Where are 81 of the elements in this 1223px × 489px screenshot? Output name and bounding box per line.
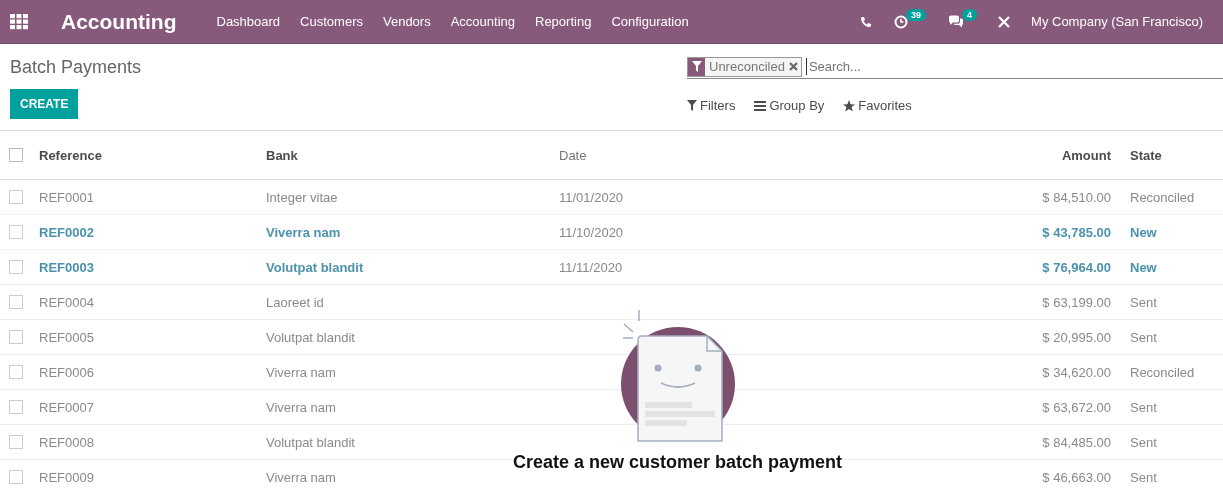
table-cell: REF0006 bbox=[39, 364, 94, 380]
table-cell: New bbox=[1130, 259, 1157, 275]
table-cell: $ 63,672.00 bbox=[1042, 399, 1111, 415]
table-cell: 11/10/2020 bbox=[559, 224, 624, 240]
column-header[interactable]: Date bbox=[558, 131, 980, 180]
empty-state-title: Create a new customer batch payment bbox=[512, 452, 843, 473]
table-cell: New bbox=[1130, 224, 1157, 240]
table-cell: Viverra nam bbox=[266, 224, 341, 240]
table-cell: 11/01/2020 bbox=[559, 189, 624, 205]
row-checkbox[interactable] bbox=[9, 470, 23, 484]
filter-facet[interactable]: Unreconciled bbox=[687, 56, 802, 77]
menu-item[interactable]: Dashboard bbox=[216, 14, 281, 29]
group-by-toggle[interactable]: Group By bbox=[754, 98, 825, 113]
list-icon bbox=[754, 100, 767, 111]
row-checkbox[interactable] bbox=[9, 435, 23, 449]
table-cell: Sent bbox=[1130, 329, 1157, 345]
filter-icon bbox=[687, 100, 697, 111]
table-cell: REF0004 bbox=[39, 294, 94, 310]
table-cell: REF0002 bbox=[39, 224, 94, 240]
apps-grid-icon[interactable] bbox=[10, 13, 28, 30]
table-cell: Volutpat blandit bbox=[266, 434, 355, 450]
table-cell: Sent bbox=[1130, 469, 1157, 485]
menu-item[interactable]: Customers bbox=[300, 14, 363, 29]
table-cell: REF0003 bbox=[39, 259, 94, 275]
table-cell: REF0007 bbox=[39, 399, 94, 415]
facet-label: Unreconciled bbox=[708, 59, 786, 74]
phone-icon[interactable] bbox=[860, 15, 872, 28]
table-cell: $ 34,620.00 bbox=[1042, 364, 1111, 380]
table-cell: Viverra nam bbox=[266, 364, 336, 380]
table-cell: Reconciled bbox=[1130, 364, 1195, 380]
message-count-badge: 4 bbox=[962, 9, 978, 21]
select-all-checkbox[interactable] bbox=[9, 148, 23, 162]
row-checkbox[interactable] bbox=[9, 260, 23, 274]
table-cell: Integer vitae bbox=[266, 189, 338, 205]
table-cell: $ 84,485.00 bbox=[1042, 434, 1111, 450]
table-cell: Reconciled bbox=[1130, 189, 1195, 205]
table-cell: Volutpat blandit bbox=[266, 329, 355, 345]
table-cell: $ 76,964.00 bbox=[1042, 259, 1111, 275]
table-cell: Volutpat blandit bbox=[266, 259, 364, 275]
row-checkbox[interactable] bbox=[9, 190, 23, 204]
table-cell: $ 84,510.00 bbox=[1042, 189, 1111, 205]
row-checkbox[interactable] bbox=[9, 365, 23, 379]
activity-count-badge: 39 bbox=[906, 8, 927, 21]
menu-item[interactable]: Configuration bbox=[611, 14, 689, 29]
table-cell: Sent bbox=[1130, 294, 1157, 310]
table-cell: REF0009 bbox=[39, 469, 94, 485]
company-switcher[interactable]: My Company (San Francisco) bbox=[1031, 14, 1203, 29]
table-cell: Laoreet id bbox=[266, 294, 324, 310]
column-header[interactable]: Amount bbox=[980, 131, 1129, 180]
remove-facet-icon[interactable] bbox=[788, 62, 798, 71]
column-header[interactable]: Reference bbox=[38, 131, 265, 180]
filter-icon bbox=[691, 61, 702, 72]
table-cell: 11/11/2020 bbox=[559, 259, 623, 275]
clock-icon[interactable] bbox=[894, 14, 908, 29]
breadcrumb: Batch Payments bbox=[10, 57, 143, 78]
table-cell: Viverra nam bbox=[266, 399, 336, 415]
app-title: Accounting bbox=[61, 9, 177, 34]
star-icon bbox=[843, 99, 856, 112]
table-cell: $ 43,785.00 bbox=[1042, 224, 1111, 240]
table-cell: REF0008 bbox=[39, 434, 94, 450]
menu-item[interactable]: Accounting bbox=[450, 14, 515, 29]
filters-toggle[interactable]: Filters bbox=[687, 98, 736, 113]
row-checkbox[interactable] bbox=[9, 295, 23, 309]
table-cell: $ 63,199.00 bbox=[1042, 294, 1111, 310]
column-header[interactable]: State bbox=[1129, 131, 1223, 180]
column-header[interactable]: Bank bbox=[265, 131, 558, 180]
row-checkbox[interactable] bbox=[9, 400, 23, 414]
menu-item[interactable]: Vendors bbox=[382, 14, 431, 29]
table-cell: Sent bbox=[1130, 434, 1157, 450]
chat-icon[interactable] bbox=[948, 15, 965, 28]
favorites-toggle[interactable]: Favorites bbox=[843, 98, 912, 113]
table-cell: REF0005 bbox=[39, 329, 94, 345]
table-cell: $ 46,663.00 bbox=[1042, 469, 1111, 485]
table-cell: REF0001 bbox=[39, 189, 94, 205]
table-cell: Viverra nam bbox=[266, 469, 336, 485]
create-button[interactable]: CREATE bbox=[10, 89, 79, 119]
menu-item[interactable]: Reporting bbox=[535, 14, 592, 29]
row-checkbox[interactable] bbox=[9, 330, 23, 344]
table-cell: $ 20,995.00 bbox=[1042, 329, 1111, 345]
table-cell: Sent bbox=[1130, 399, 1157, 415]
row-checkbox[interactable] bbox=[9, 225, 23, 239]
